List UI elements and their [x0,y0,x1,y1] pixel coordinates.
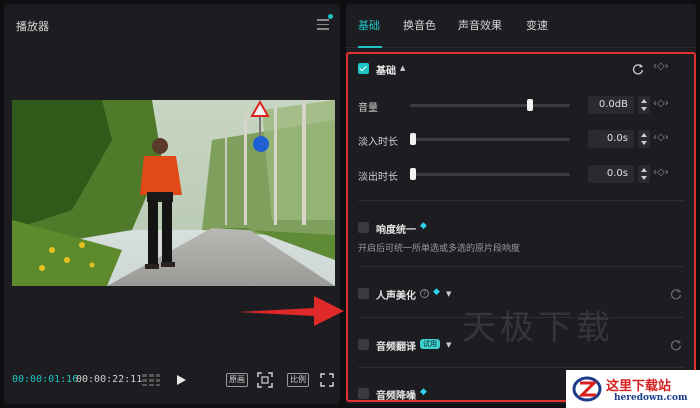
fade-out-stepper[interactable] [638,165,650,183]
basic-section-title: 基础 [376,66,396,77]
logo-url: heredown.com [614,393,688,403]
basic-checkbox[interactable] [358,63,369,74]
play-icon[interactable] [174,373,188,387]
keyframe-icon[interactable]: ‹◇› [653,61,669,72]
player-title: 播放器 [16,20,49,33]
diamond-icon: ◆ [420,221,427,231]
audio-translate-checkbox[interactable] [358,339,369,350]
fade-in-slider-knob[interactable] [410,133,416,145]
fade-in-label: 淡入时长 [358,137,398,148]
volume-value-field[interactable]: 0.0dB [588,96,634,114]
notification-dot [328,14,333,19]
fullscreen-icon[interactable] [320,373,334,387]
tab-sound-effects[interactable]: 声音效果 [458,17,502,33]
denoise-checkbox[interactable] [358,388,369,399]
red-arrow-annotation [238,296,344,326]
tab-basic[interactable]: 基础 [358,17,380,33]
loudness-title: 响度统一 [376,225,416,236]
tab-speed[interactable]: 变速 [526,17,548,33]
volume-slider[interactable] [410,99,570,111]
expand-caret-icon[interactable]: ▼ [446,290,451,298]
fade-in-keyframe-icon[interactable]: ‹◇› [653,132,669,143]
section-divider [358,367,684,368]
tab-bar: 基础 换音色 声音效果 变速 [346,4,696,48]
scan-icon[interactable] [257,372,273,388]
video-frame-image [12,100,335,286]
section-divider [358,200,684,201]
fade-out-keyframe-icon[interactable]: ‹◇› [653,167,669,178]
player-panel: 播放器 00:00:01:16 00:00:22:11 原画 比例 [4,4,340,404]
player-controls: 00:00:01:16 00:00:22:11 原画 比例 [4,370,340,390]
fade-in-value-field[interactable]: 0.0s [588,130,634,148]
volume-label: 音量 [358,103,378,114]
audio-translate-title: 音频翻译 [376,342,416,353]
fade-out-slider-knob[interactable] [410,168,416,180]
menu-icon[interactable] [317,19,329,30]
denoise-title: 音频降噪 [376,391,416,402]
fade-in-slider[interactable] [410,133,570,145]
current-timecode: 00:00:01:16 [12,374,79,385]
loudness-description: 开启后可统一所单选或多选的原片段响度 [358,244,521,254]
reset-icon[interactable] [670,288,682,300]
original-quality-button[interactable]: 原画 [226,373,248,387]
fade-out-label: 淡出时长 [358,172,398,183]
collapse-caret-icon[interactable]: ▲ [400,64,405,72]
logo-name: 这里下载站 [606,379,672,394]
diamond-icon: ◆ [420,387,427,397]
trial-badge: 试用 [420,339,440,349]
grid-icon[interactable] [141,373,161,387]
reset-icon[interactable] [632,63,644,75]
total-timecode: 00:00:22:11 [76,374,143,385]
fade-out-slider[interactable] [410,168,570,180]
voice-beautify-checkbox[interactable] [358,288,369,299]
logo-mark-icon [572,376,602,402]
volume-stepper[interactable] [638,96,650,114]
expand-caret-icon[interactable]: ▼ [446,341,451,349]
reset-icon[interactable] [670,339,682,351]
app-window: 播放器 00:00:01:16 00:00:22:11 原画 比例 基础 换音色… [0,0,700,408]
highlight-box: 基础 ▲ ‹◇› 音量 0.0dB ‹◇› 淡入时长 0.0s ‹◇› 淡出时长… [346,52,696,402]
tab-change-voice[interactable]: 换音色 [403,17,436,33]
volume-slider-knob[interactable] [527,99,533,111]
fade-out-value-field[interactable]: 0.0s [588,165,634,183]
help-icon[interactable]: ? [420,289,429,298]
fade-in-stepper[interactable] [638,130,650,148]
active-tab-indicator [358,46,382,48]
voice-beautify-title: 人声美化 [376,291,416,302]
video-preview[interactable] [12,100,335,286]
section-divider [358,266,684,267]
site-logo: 这里下载站 heredown.com [566,370,700,408]
aspect-ratio-button[interactable]: 比例 [287,373,309,387]
diamond-icon: ◆ [433,287,440,297]
loudness-checkbox[interactable] [358,222,369,233]
volume-keyframe-icon[interactable]: ‹◇› [653,98,669,109]
watermark-text: 天极下载 [462,308,614,348]
